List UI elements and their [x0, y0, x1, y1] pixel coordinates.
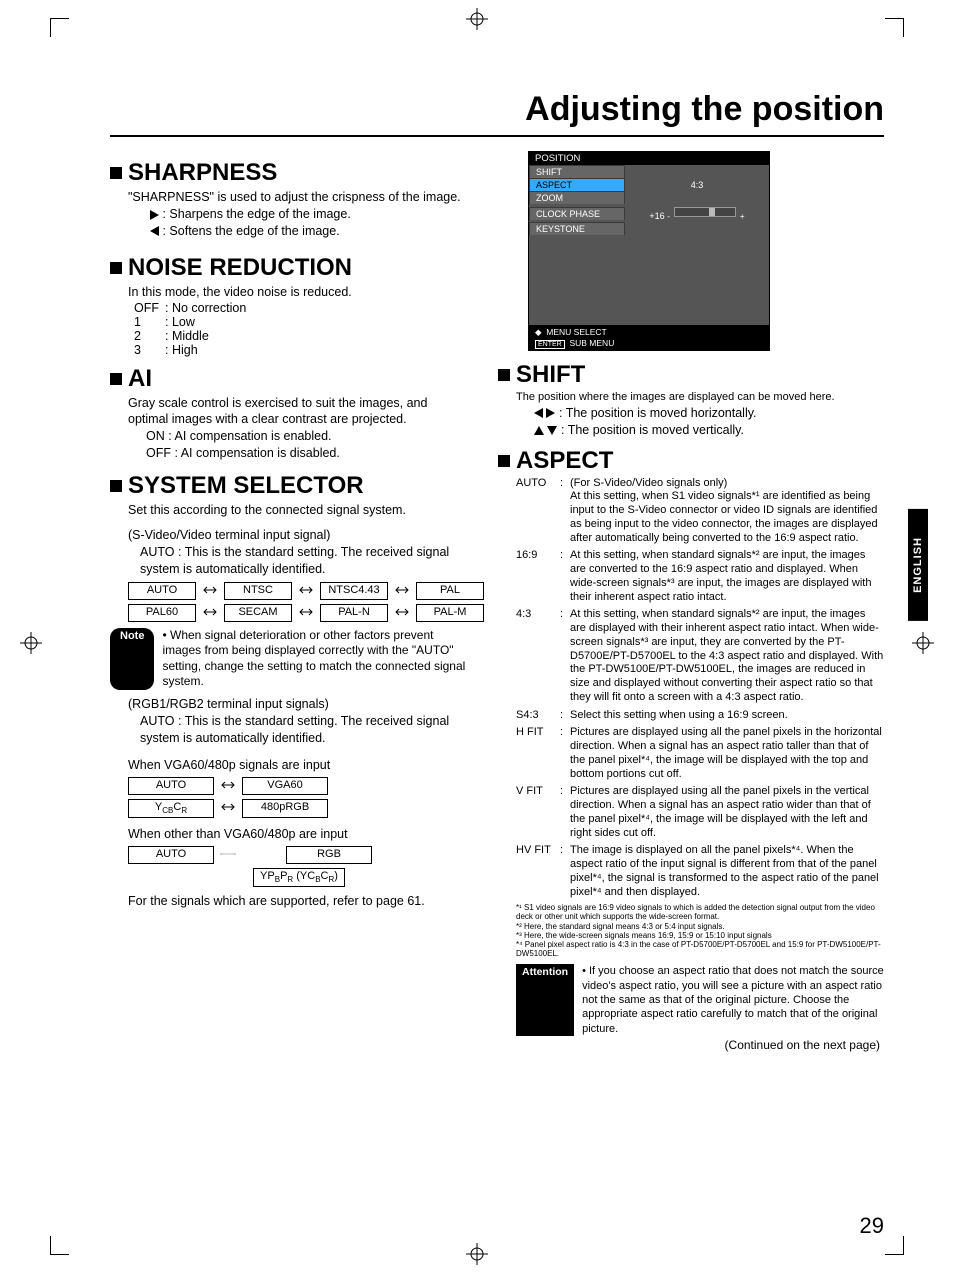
- sys-group1-label: (S-Video/Video terminal input signal): [128, 527, 470, 544]
- sys-group2-label: (RGB1/RGB2 terminal input signals): [128, 696, 470, 713]
- attention-text: • If you choose an aspect ratio that doe…: [582, 964, 884, 1035]
- down-arrow-icon: [547, 426, 557, 435]
- osd-title: POSITION: [529, 152, 769, 165]
- vga-label: When VGA60/480p signals are input: [128, 757, 470, 774]
- other-diagram-row2: YPBPR (YCBCR): [128, 868, 470, 886]
- registration-mark: [466, 1243, 488, 1265]
- registration-mark: [20, 632, 42, 654]
- bullet-icon: [498, 369, 510, 381]
- other-label: When other than VGA60/480p are input: [128, 826, 470, 843]
- sys-intro: Set this according to the connected sign…: [128, 502, 470, 519]
- shift-heading: SHIFT: [516, 361, 585, 389]
- noise-levels: OFF: No correction 1: Low 2: Middle 3: H…: [134, 301, 252, 357]
- other-diagram-row1: AUTO RGB: [128, 846, 470, 864]
- bullet-icon: [498, 455, 510, 467]
- sys-auto-desc2: AUTO : This is the standard setting. The…: [140, 713, 470, 747]
- aspect-vfit: V FIT:Pictures are displayed using all t…: [516, 785, 884, 840]
- shift-intro: The position where the images are displa…: [516, 391, 884, 405]
- registration-mark: [912, 632, 934, 654]
- aspect-169: 16:9:At this setting, when standard sign…: [516, 549, 884, 604]
- aspect-hfit: H FIT:Pictures are displayed using all t…: [516, 726, 884, 781]
- sys-ref: For the signals which are supported, ref…: [128, 893, 470, 910]
- bullet-icon: [110, 167, 122, 179]
- aspect-hvfit: HV FIT:The image is displayed on all the…: [516, 844, 884, 899]
- up-arrow-icon: [534, 426, 544, 435]
- continued-label: (Continued on the next page): [498, 1038, 880, 1052]
- crop-mark: [50, 1236, 69, 1255]
- left-arrow-icon: [534, 408, 543, 418]
- bullet-icon: [110, 262, 122, 274]
- ai-on: ON : AI compensation is enabled.: [146, 428, 470, 445]
- ai-heading: AI: [128, 365, 152, 393]
- note-text: • When signal deterioration or other fac…: [162, 628, 470, 690]
- vga-diagram-row1: AUTO VGA60: [128, 777, 470, 795]
- sharpness-left: : Softens the edge of the image.: [162, 224, 339, 238]
- language-tab: ENGLISH: [908, 509, 928, 621]
- sys-auto-desc: AUTO : This is the standard setting. The…: [140, 544, 470, 578]
- shift-v: : The position is moved vertically.: [561, 423, 744, 437]
- vga-diagram-row2: YCBCR 480pRGB: [128, 799, 470, 817]
- shift-h: : The position is moved horizontally.: [559, 406, 757, 420]
- attention-badge: Attention: [516, 964, 574, 1035]
- crop-mark: [885, 1236, 904, 1255]
- title-rule: [110, 135, 884, 137]
- bullet-icon: [110, 480, 122, 492]
- osd-menu: POSITION SHIFT ASPECT4:3 ZOOM CLOCK PHAS…: [528, 151, 770, 351]
- right-arrow-icon: [150, 210, 159, 220]
- aspect-heading: ASPECT: [516, 447, 613, 475]
- right-arrow-icon: [546, 408, 555, 418]
- sharpness-heading: SHARPNESS: [128, 159, 277, 187]
- noise-heading: NOISE REDUCTION: [128, 254, 352, 282]
- bullet-icon: [110, 373, 122, 385]
- page-title: Adjusting the position: [110, 90, 884, 129]
- aspect-footnotes: *¹ S1 video signals are 16:9 video signa…: [516, 903, 884, 958]
- aspect-43: 4:3:At this setting, when standard signa…: [516, 608, 884, 704]
- page-number: 29: [860, 1213, 884, 1239]
- sharpness-right: : Sharpens the edge of the image.: [162, 207, 350, 221]
- registration-mark: [466, 8, 488, 30]
- signal-diagram-row2: PAL60 SECAM PAL-N PAL-M: [128, 604, 470, 622]
- noise-intro: In this mode, the video noise is reduced…: [128, 284, 470, 301]
- sys-heading: SYSTEM SELECTOR: [128, 472, 364, 500]
- note-badge: Note: [110, 628, 154, 690]
- aspect-s43: S4:3:Select this setting when using a 16…: [516, 709, 884, 723]
- crop-mark: [50, 18, 69, 37]
- ai-off: OFF : AI compensation is disabled.: [146, 445, 470, 462]
- sharpness-intro: "SHARPNESS" is used to adjust the crispn…: [128, 189, 470, 206]
- aspect-auto: AUTO:(For S-Video/Video signals only)At …: [516, 477, 884, 546]
- ai-intro: Gray scale control is exercised to suit …: [128, 395, 470, 429]
- crop-mark: [885, 18, 904, 37]
- left-arrow-icon: [150, 226, 159, 236]
- signal-diagram-row1: AUTO NTSC NTSC4.43 PAL: [128, 582, 470, 600]
